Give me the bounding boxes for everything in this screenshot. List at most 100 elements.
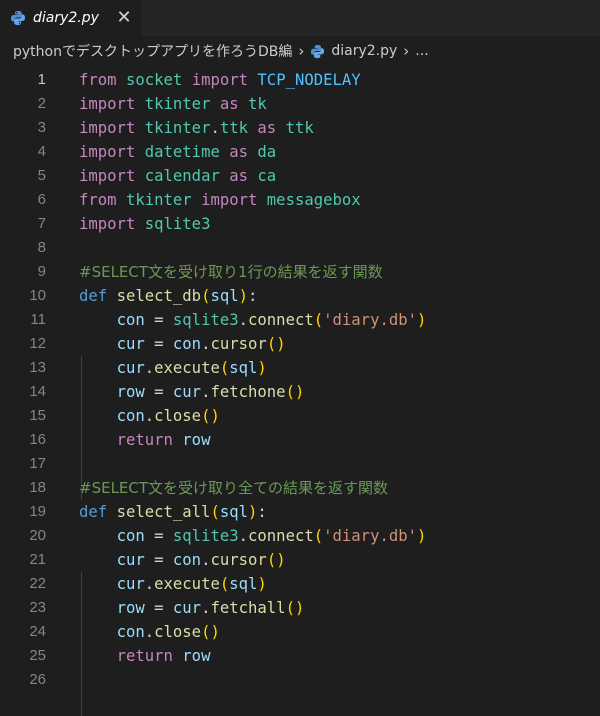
code-token: ) bbox=[417, 311, 427, 329]
code-line[interactable]: 1 from socket import TCP_NODELAY bbox=[0, 68, 600, 92]
code-line[interactable]: 8 bbox=[0, 236, 600, 260]
line-number: 14 bbox=[29, 383, 46, 400]
code-line[interactable]: 10 def select_db(sql): bbox=[0, 284, 600, 308]
code-line[interactable]: 16 return row bbox=[0, 428, 600, 452]
code-token: ca bbox=[257, 167, 277, 185]
code-token: con bbox=[172, 335, 202, 353]
code-token: cur bbox=[116, 335, 145, 353]
line-number: 13 bbox=[29, 359, 46, 376]
breadcrumb-more[interactable]: ... bbox=[415, 43, 428, 59]
code-line[interactable]: 12 cur = con.cursor() bbox=[0, 332, 600, 356]
code-token: ) bbox=[248, 503, 258, 521]
code-text: def select_db(sql): bbox=[79, 284, 257, 308]
code-line[interactable]: 4 import datetime as da bbox=[0, 140, 600, 164]
code-token: sql bbox=[219, 503, 249, 521]
code-line[interactable]: 15 con.close() bbox=[0, 404, 600, 428]
line-number: 26 bbox=[29, 671, 46, 688]
code-token: () bbox=[285, 599, 305, 617]
code-text: #SELECT文を受け取り1行の結果を返す関数 bbox=[79, 260, 383, 284]
code-token: da bbox=[257, 143, 277, 161]
code-line[interactable]: 21 cur = con.cursor() bbox=[0, 548, 600, 572]
code-line[interactable]: 5 import calendar as ca bbox=[0, 164, 600, 188]
line-number: 1 bbox=[37, 71, 46, 88]
code-text: cur.execute(sql) bbox=[79, 572, 267, 596]
line-number: 6 bbox=[37, 191, 46, 208]
code-token: = bbox=[144, 383, 173, 401]
code-token: con bbox=[116, 527, 145, 545]
line-number: 19 bbox=[29, 503, 46, 520]
close-icon[interactable]: ✕ bbox=[114, 9, 134, 27]
code-line[interactable]: 11 con = sqlite3.connect('diary.db') bbox=[0, 308, 600, 332]
code-line[interactable]: 2 import tkinter as tk bbox=[0, 92, 600, 116]
code-token: ttk bbox=[285, 119, 314, 137]
code-token: . bbox=[144, 359, 155, 377]
code-token: tkinter bbox=[144, 95, 211, 113]
code-line[interactable]: 14 row = cur.fetchone() bbox=[0, 380, 600, 404]
code-line[interactable]: 20 con = sqlite3.connect('diary.db') bbox=[0, 524, 600, 548]
code-token: . bbox=[238, 311, 249, 329]
line-number: 4 bbox=[37, 143, 46, 160]
code-token: as bbox=[229, 143, 249, 161]
code-token: tkinter bbox=[125, 191, 192, 209]
breadcrumb-folder[interactable]: pythonでデスクトップアプリを作ろうDB編 bbox=[13, 41, 292, 61]
line-number: 20 bbox=[29, 527, 46, 544]
code-line[interactable]: 26 bbox=[0, 668, 600, 692]
code-line[interactable]: 9 #SELECT文を受け取り1行の結果を返す関数 bbox=[0, 260, 600, 284]
code-token: from bbox=[79, 71, 117, 89]
line-number: 8 bbox=[37, 239, 46, 256]
code-token: #SELECT文を受け取り全ての結果を返す関数 bbox=[79, 479, 389, 497]
code-token: : bbox=[248, 287, 258, 305]
code-token: import bbox=[79, 167, 136, 185]
code-token: as bbox=[257, 119, 277, 137]
editor-tab[interactable]: diary2.py ✕ bbox=[0, 0, 142, 36]
code-line[interactable]: 19 def select_all(sql): bbox=[0, 500, 600, 524]
code-token: close bbox=[154, 407, 202, 425]
code-token: import bbox=[79, 95, 136, 113]
code-token: ( bbox=[219, 359, 230, 377]
chevron-right-icon: › bbox=[298, 42, 305, 60]
code-token: ) bbox=[238, 287, 249, 305]
code-token: fetchone bbox=[210, 383, 286, 401]
code-line[interactable]: 13 cur.execute(sql) bbox=[0, 356, 600, 380]
code-line[interactable]: 3 import tkinter.ttk as ttk bbox=[0, 116, 600, 140]
line-number: 3 bbox=[37, 119, 46, 136]
breadcrumb-file[interactable]: diary2.py bbox=[331, 43, 397, 59]
code-line[interactable]: 17 bbox=[0, 452, 600, 476]
code-line[interactable]: 7 import sqlite3 bbox=[0, 212, 600, 236]
code-line[interactable]: 23 row = cur.fetchall() bbox=[0, 596, 600, 620]
code-line[interactable]: 22 cur.execute(sql) bbox=[0, 572, 600, 596]
code-token: : bbox=[257, 503, 267, 521]
code-line[interactable]: 6 from tkinter import messagebox bbox=[0, 188, 600, 212]
code-token: sqlite3 bbox=[172, 311, 239, 329]
code-line[interactable]: 24 con.close() bbox=[0, 620, 600, 644]
code-token: tkinter bbox=[144, 119, 211, 137]
code-token: cur bbox=[116, 359, 145, 377]
line-number: 11 bbox=[30, 311, 46, 328]
tab-bar: diary2.py ✕ bbox=[0, 0, 600, 36]
code-token: sql bbox=[210, 287, 239, 305]
code-editor[interactable]: 1 from socket import TCP_NODELAY 2 import t… bbox=[0, 66, 600, 716]
code-token: row bbox=[116, 383, 145, 401]
code-token: import bbox=[79, 143, 136, 161]
code-text: row = cur.fetchone() bbox=[79, 380, 305, 404]
code-token: #SELECT文を受け取り1行の結果を返す関数 bbox=[79, 263, 383, 281]
code-line[interactable]: 18 #SELECT文を受け取り全ての結果を返す関数 bbox=[0, 476, 600, 500]
code-line[interactable]: 25 return row bbox=[0, 644, 600, 668]
code-token: cur bbox=[116, 575, 145, 593]
code-token: TCP_NODELAY bbox=[257, 71, 361, 89]
line-number: 15 bbox=[29, 407, 46, 424]
code-token: sql bbox=[229, 359, 258, 377]
code-token: con bbox=[116, 623, 145, 641]
